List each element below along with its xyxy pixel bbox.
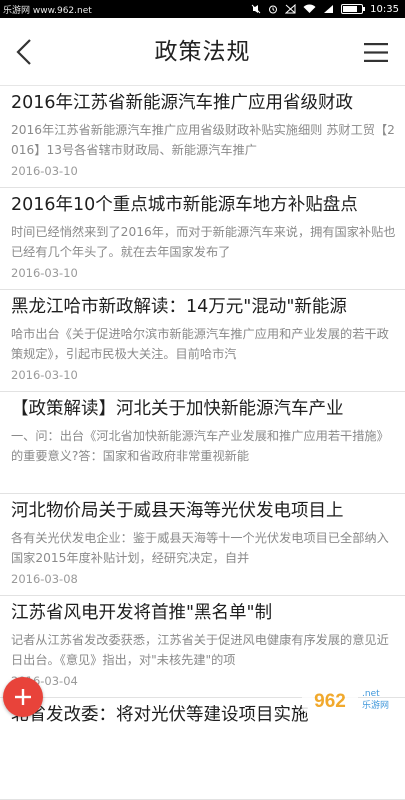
- watermark-suffix: .net: [362, 688, 380, 699]
- article-title: 江苏省风电开发将首推"黑名单"制: [11, 603, 273, 623]
- article-item[interactable]: 2016年江苏省新能源汽车推广应用省级财政 2016年江苏省新能源汽车推广应用省…: [0, 86, 405, 188]
- article-date: 2016-03-10: [11, 164, 78, 178]
- article-summary: 时间已经悄然来到了2016年，而对于新能源汽车来说，拥有国家补贴也已经有几个年头…: [11, 225, 396, 259]
- wifi-icon: [303, 4, 316, 13]
- header: 政策法规: [0, 18, 405, 86]
- article-date: 2016-03-10: [11, 266, 78, 280]
- status-icons: 10:35: [251, 4, 405, 15]
- article-title: 2016年10个重点城市新能源车地方补贴盘点: [11, 195, 358, 215]
- signal-icon: [324, 5, 334, 13]
- article-date: 2016-03-08: [11, 572, 78, 586]
- signal-off-icon: [285, 4, 296, 14]
- menu-button[interactable]: [361, 38, 391, 66]
- article-item[interactable]: 河北物价局关于威县天海等光伏发电项目上 各有关光伏发电企业：鉴于威县天海等十一个…: [0, 494, 405, 596]
- battery-icon: [341, 4, 366, 14]
- watermark-logo: 962 .net 乐游网: [302, 679, 405, 720]
- article-summary: 各有关光伏发电企业：鉴于威县天海等十一个光伏发电项目已全部纳入国家2015年度补…: [11, 531, 389, 565]
- watermark-name: 乐游网: [362, 700, 390, 711]
- article-summary: 一、问：出台《河北省加快新能源汽车产业发展和推广应用若干措施》的重要意义?答：国…: [11, 429, 389, 463]
- back-arrow-icon: [16, 39, 31, 65]
- article-summary: 2016年江苏省新能源汽车推广应用省级财政补贴实施细则 苏财工贸【2016】13…: [11, 123, 395, 157]
- status-bar: 乐游网 www.962.net 10:35: [0, 0, 405, 18]
- back-button[interactable]: [8, 34, 40, 70]
- article-item[interactable]: 黑龙江哈市新政解读：14万元"混动"新能源 哈市出台《关于促进哈尔滨市新能源汽车…: [0, 290, 405, 392]
- article-item[interactable]: 2016年10个重点城市新能源车地方补贴盘点 时间已经悄然来到了2016年，而对…: [0, 188, 405, 290]
- article-item[interactable]: 【政策解读】河北关于加快新能源汽车产业 一、问：出台《河北省加快新能源汽车产业发…: [0, 392, 405, 494]
- page-title: 政策法规: [154, 39, 251, 65]
- status-time: 10:35: [370, 3, 399, 15]
- article-summary: 哈市出台《关于促进哈尔滨市新能源汽车推广应用和产业发展的若干政策规定》，引起市民…: [11, 327, 389, 361]
- mute-icon: [251, 4, 261, 14]
- article-title: 河北物价局关于威县天海等光伏发电项目上: [11, 501, 344, 521]
- add-button[interactable]: [3, 677, 43, 717]
- article-summary: 记者从江苏省发改委获悉，江苏省关于促进风电健康有序发展的意见近日出台。《意见》指…: [11, 633, 389, 667]
- status-site-text: 乐游网 www.962.net: [3, 5, 92, 16]
- svg-text:962: 962: [314, 691, 346, 712]
- article-title: 【政策解读】河北关于加快新能源汽车产业: [11, 399, 344, 419]
- alarm-icon: [269, 5, 278, 14]
- menu-icon: [364, 42, 388, 62]
- article-title: 2016年江苏省新能源汽车推广应用省级财政: [11, 93, 354, 113]
- article-date: 2016-03-10: [11, 368, 78, 382]
- plus-icon: [15, 689, 31, 705]
- article-title: 黑龙江哈市新政解读：14万元"混动"新能源: [11, 297, 347, 317]
- watermark-962-mark: 962: [302, 686, 358, 713]
